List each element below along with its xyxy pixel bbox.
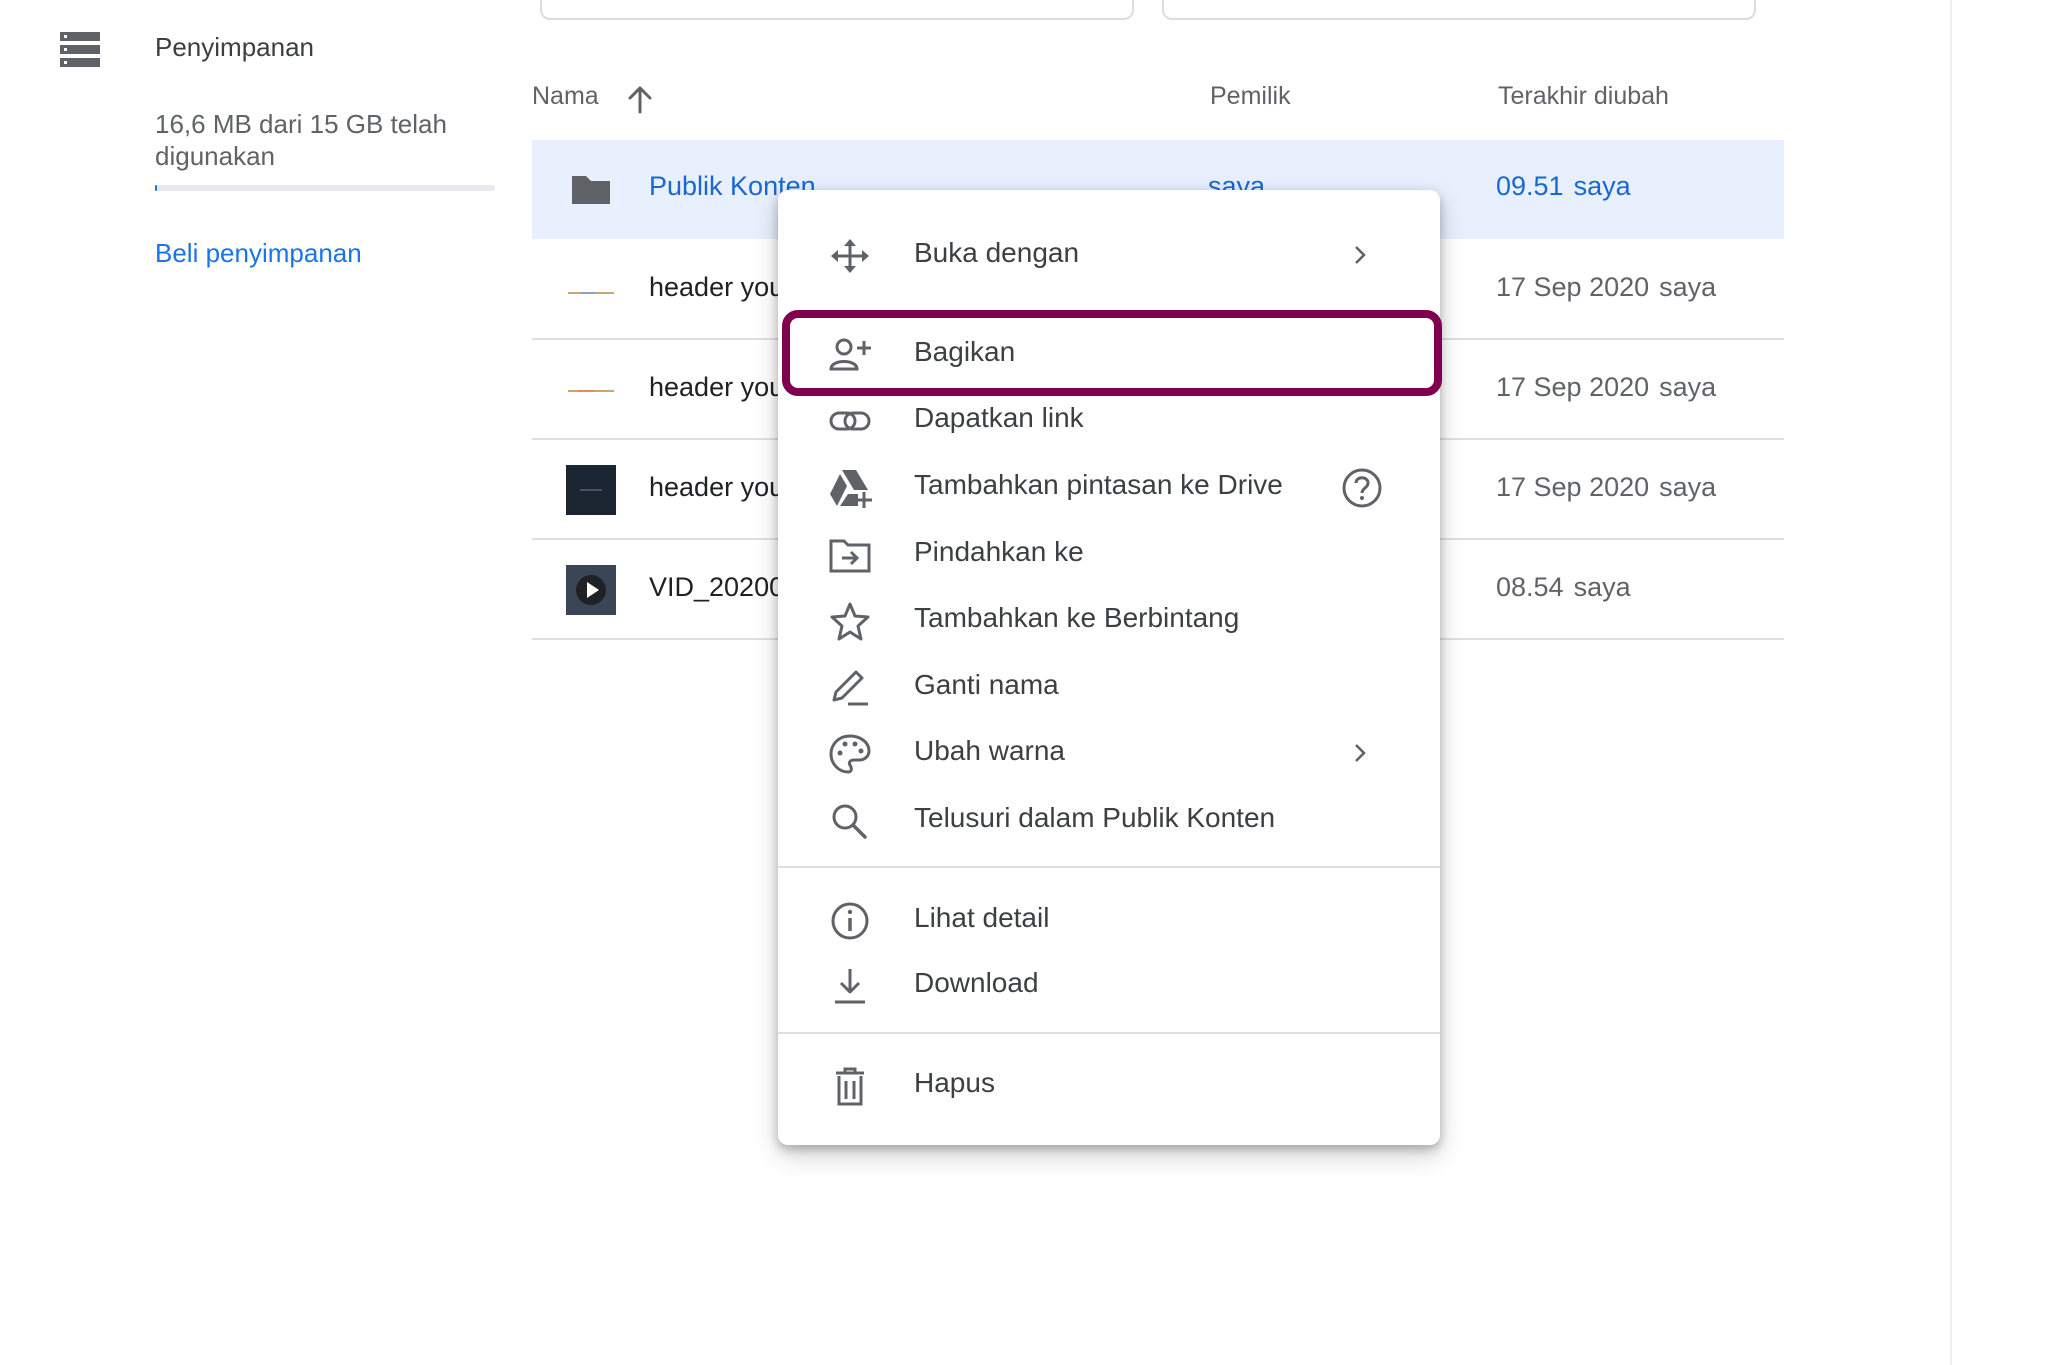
move-arrows-icon: [831, 239, 869, 273]
menu-item-move-to[interactable]: Pindahkan ke: [778, 520, 1440, 586]
menu-divider: [778, 1032, 1440, 1034]
storage-usage-text: 16,6 MB dari 15 GB telah digunakan: [155, 109, 447, 171]
menu-item-label: Pindahkan ke: [914, 536, 1084, 567]
menu-item-label: Telusuri dalam Publik Konten: [914, 802, 1276, 833]
star-icon: [830, 602, 870, 641]
chevron-right-icon: [1355, 744, 1366, 762]
filter-box-left[interactable]: [540, 0, 1134, 20]
menu-item-add-shortcut[interactable]: Tambahkan pintasan ke Drive: [778, 453, 1440, 519]
menu-item-label: Tambahkan ke Berbintang: [914, 602, 1240, 633]
file-modified: 17 Sep 2020 saya: [1496, 372, 1716, 403]
storage-title[interactable]: Penyimpanan: [155, 32, 314, 63]
menu-item-view-details[interactable]: Lihat detail: [778, 886, 1440, 952]
move-to-folder-icon: [829, 539, 871, 573]
file-name[interactable]: header you: [649, 472, 784, 503]
pencil-icon: [832, 670, 868, 706]
modified-by: saya: [1573, 572, 1631, 602]
modified-by: saya: [1573, 171, 1631, 201]
dark-image-thumbnail: [566, 465, 616, 515]
info-icon: [831, 902, 869, 940]
menu-item-rename[interactable]: Ganti nama: [778, 653, 1440, 719]
file-modified: 17 Sep 2020 saya: [1496, 472, 1716, 503]
modified-date: 17 Sep 2020: [1496, 272, 1650, 302]
modified-date: 17 Sep 2020: [1496, 472, 1650, 502]
storage-icon: [60, 32, 100, 67]
menu-item-label: Lihat detail: [914, 902, 1050, 933]
sort-ascending-icon[interactable]: [626, 84, 654, 114]
download-icon: [835, 969, 865, 1004]
help-icon[interactable]: [1340, 466, 1384, 510]
menu-item-change-color[interactable]: Ubah warna: [778, 719, 1440, 785]
link-icon: [829, 411, 871, 431]
share-highlight-box: [782, 310, 1442, 396]
menu-item-add-to-starred[interactable]: Tambahkan ke Berbintang: [778, 586, 1440, 652]
modified-by: saya: [1659, 372, 1717, 402]
file-name[interactable]: VID_20200: [649, 572, 784, 603]
menu-item-download[interactable]: Download: [778, 951, 1440, 1017]
image-thumbnail: [568, 292, 614, 294]
details-panel-divider: [1950, 0, 1952, 1365]
folder-icon: [572, 176, 610, 204]
menu-item-label: Hapus: [914, 1067, 995, 1098]
file-modified: 08.54 saya: [1496, 572, 1631, 603]
menu-item-search-in-folder[interactable]: Telusuri dalam Publik Konten: [778, 786, 1440, 852]
modified-date: 09.51: [1496, 171, 1564, 201]
modified-date: 17 Sep 2020: [1496, 372, 1650, 402]
chevron-right-icon: [1355, 246, 1366, 264]
column-header-owner[interactable]: Pemilik: [1210, 82, 1291, 111]
palette-icon: [829, 734, 871, 774]
video-thumbnail: [566, 565, 616, 615]
menu-divider: [778, 866, 1440, 868]
search-icon: [832, 804, 867, 839]
file-name[interactable]: header you: [649, 372, 784, 403]
column-header-modified[interactable]: Terakhir diubah: [1498, 82, 1669, 111]
menu-item-label: Tambahkan pintasan ke Drive: [914, 469, 1283, 500]
storage-usage-bar-fill: [155, 185, 157, 191]
menu-item-label: Ganti nama: [914, 669, 1059, 700]
menu-item-open-with[interactable]: Buka dengan: [778, 221, 1440, 287]
modified-by: saya: [1659, 272, 1717, 302]
modified-by: saya: [1659, 472, 1717, 502]
image-thumbnail: [568, 390, 614, 392]
menu-item-label: Dapatkan link: [914, 402, 1084, 433]
filter-box-right[interactable]: [1162, 0, 1756, 20]
menu-item-label: Ubah warna: [914, 735, 1065, 766]
file-name[interactable]: header you: [649, 272, 784, 303]
menu-item-label: Download: [914, 967, 1039, 998]
modified-date: 08.54: [1496, 572, 1564, 602]
storage-usage-bar: [155, 185, 495, 191]
buy-storage-link[interactable]: Beli penyimpanan: [155, 238, 362, 269]
menu-item-delete[interactable]: Hapus: [778, 1051, 1440, 1117]
file-modified: 17 Sep 2020 saya: [1496, 272, 1716, 303]
trash-icon: [836, 1067, 864, 1106]
menu-item-label: Buka dengan: [914, 237, 1080, 268]
column-header-name[interactable]: Nama: [532, 82, 599, 111]
drive-add-icon: [830, 470, 872, 508]
file-modified: 09.51 saya: [1496, 171, 1631, 202]
